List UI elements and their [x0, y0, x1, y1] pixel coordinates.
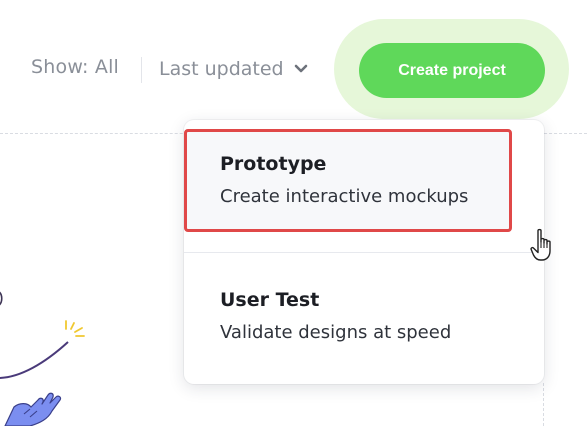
chevron-down-icon: [294, 64, 308, 74]
menu-item-user-test[interactable]: User Test Validate designs at speed: [184, 252, 544, 384]
menu-item-title: User Test: [220, 289, 320, 311]
show-filter[interactable]: Show: All: [31, 56, 119, 78]
menu-item-prototype[interactable]: Prototype Create interactive mockups: [184, 129, 512, 232]
sort-dropdown[interactable]: Last updated: [159, 56, 308, 82]
project-toolbar: Show: All Last updated Create project: [0, 0, 587, 130]
toolbar-divider: [141, 57, 142, 83]
sort-label: Last updated: [159, 58, 284, 80]
menu-item-title: Prototype: [220, 153, 327, 175]
content-dashed-border-right: [543, 383, 544, 426]
person-illustration-icon: [0, 291, 85, 426]
create-project-menu: Prototype Create interactive mockups Use…: [184, 120, 544, 384]
create-project-button[interactable]: Create project: [359, 43, 545, 98]
menu-item-description: Validate designs at speed: [220, 322, 452, 343]
menu-item-description: Create interactive mockups: [220, 186, 469, 207]
